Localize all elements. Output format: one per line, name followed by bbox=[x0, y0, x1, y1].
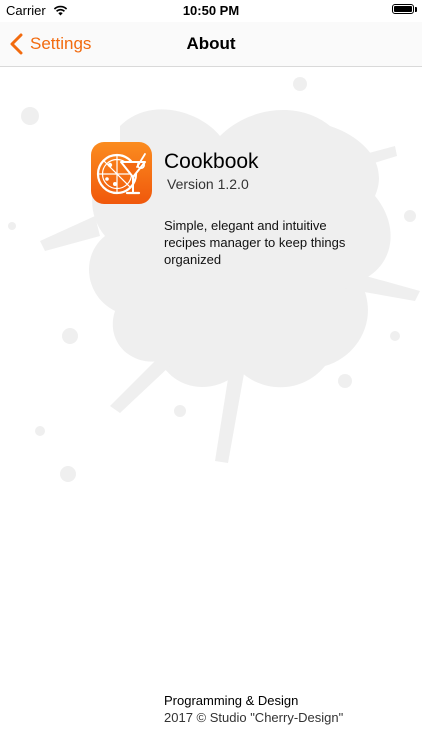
credits-copyright: 2017 © Studio "Cherry-Design" bbox=[164, 710, 344, 725]
page-title: About bbox=[186, 34, 236, 53]
battery-icon bbox=[392, 4, 414, 14]
status-time: 10:50 PM bbox=[182, 3, 240, 18]
battery-tip bbox=[415, 7, 417, 12]
app-icon bbox=[91, 142, 152, 204]
pizza-cocktail-icon bbox=[91, 142, 152, 204]
app-name: Cookbook bbox=[164, 150, 259, 173]
paint-splash-background bbox=[8, 77, 420, 482]
navigation-bar: Settings About bbox=[0, 22, 422, 67]
app-description: Simple, elegant and intuitive recipes ma… bbox=[164, 218, 346, 267]
credits-title: Programming & Design bbox=[164, 693, 299, 708]
app-version: Version 1.2.0 bbox=[167, 176, 249, 192]
status-bar: Carrier 10:50 PM bbox=[0, 0, 422, 22]
credits: Programming & Design 2017 © Studio "Cher… bbox=[164, 692, 343, 726]
